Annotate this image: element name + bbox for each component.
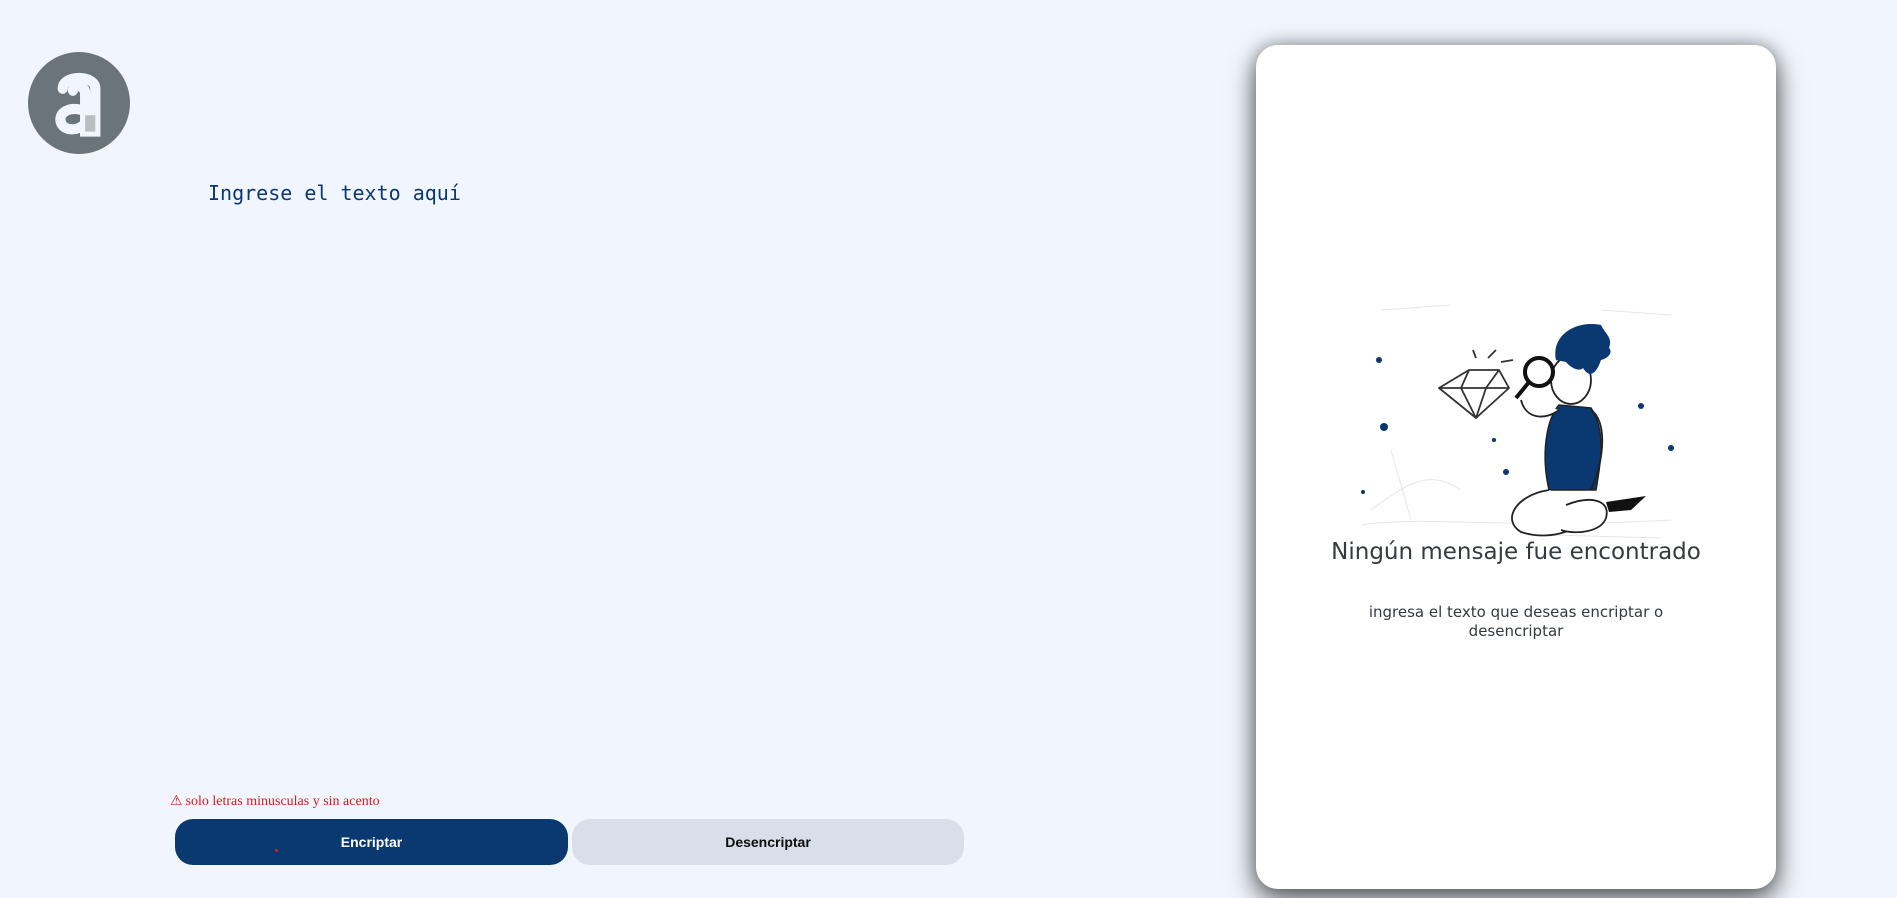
output-card: Ningún mensaje fue encontrado ingresa el… — [1256, 45, 1776, 889]
text-input[interactable] — [208, 180, 1108, 760]
output-subtitle: ingresa el texto que deseas encriptar o … — [1368, 603, 1664, 640]
input-area — [208, 180, 1108, 760]
encrypt-button-label: Encriptar — [340, 834, 403, 850]
alura-logo-icon — [28, 52, 130, 154]
warning-text: solo letras minusculas y sin acento — [185, 794, 380, 809]
decrypt-button-label: Desencriptar — [725, 834, 811, 850]
decrypt-button[interactable]: Desencriptar — [572, 819, 964, 865]
encrypt-button[interactable]: Encriptar — [175, 819, 568, 865]
button-dot — [275, 849, 278, 852]
person-with-magnifier-illustration — [1351, 280, 1681, 570]
warning-icon: ⚠ — [170, 794, 183, 809]
output-title: Ningún mensaje fue encontrado — [1331, 539, 1701, 565]
warning-message: ⚠ solo letras minusculas y sin acento — [170, 794, 380, 810]
